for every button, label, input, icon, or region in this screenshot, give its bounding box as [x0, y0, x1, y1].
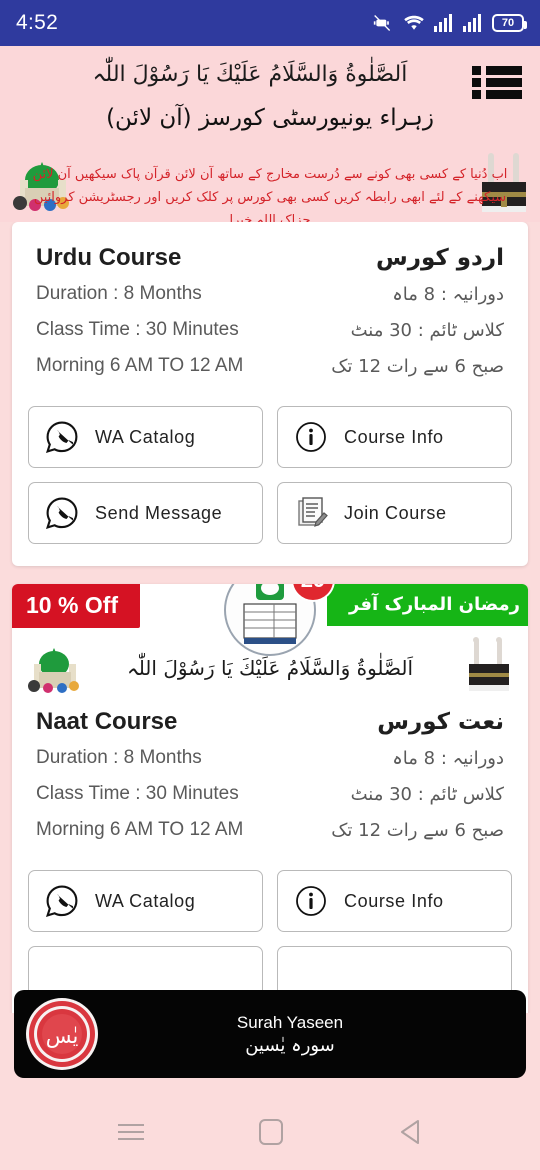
- status-icons: 70: [372, 13, 527, 33]
- detail-ur: دورانیہ : 8 ماہ: [392, 283, 504, 305]
- wa-catalog-button[interactable]: WA Catalog: [28, 406, 263, 468]
- battery-icon: 70: [492, 14, 527, 32]
- detail-ur: کلاس ٹائم : 30 منٹ: [350, 783, 504, 805]
- button-label: Join Course: [344, 502, 447, 523]
- banner-text: Surah Yaseen سورہ یٰسین: [100, 1013, 480, 1056]
- status-time: 4:52: [16, 11, 59, 34]
- course-card-naat[interactable]: 10 % Off رمضان المبارک آفر 29: [12, 584, 528, 1013]
- join-course-button[interactable]: Join Course: [277, 482, 512, 544]
- promo-strip: 10 % Off رمضان المبارک آفر 29: [12, 584, 528, 656]
- button-label: Course Info: [344, 426, 444, 447]
- detail-en: Class Time : 30 Minutes: [36, 783, 239, 804]
- course-actions: WA Catalog Course Info: [12, 384, 528, 566]
- wa-catalog-button[interactable]: WA Catalog: [28, 870, 263, 932]
- status-bar: 4:52 70: [0, 0, 540, 46]
- signal-icon: [434, 14, 454, 32]
- course-actions: WA Catalog Course Info: [12, 848, 528, 1013]
- detail-en: Class Time : 30 Minutes: [36, 319, 239, 340]
- header-note-line1: اب دُنیا کے کسی بھی کونے سے دُرست مخارج …: [32, 167, 508, 182]
- android-nav-bar: [0, 1094, 540, 1170]
- info-icon: [294, 884, 328, 918]
- info-icon: [294, 420, 328, 454]
- list-menu-icon[interactable]: [468, 60, 526, 104]
- button-label: WA Catalog: [95, 426, 196, 447]
- banner-title-en: Surah Yaseen: [236, 1012, 344, 1032]
- course-title-row: Urdu Course اردو کورس: [12, 222, 528, 276]
- course-title-en: Naat Course: [36, 708, 178, 735]
- page-title: زہراء یونیورسٹی کورسز (آن لائن): [106, 105, 434, 131]
- quran-seal-logo: يٰس: [24, 996, 100, 1072]
- detail-ur: کلاس ٹائم : 30 منٹ: [350, 319, 504, 341]
- whatsapp-icon: [45, 884, 79, 918]
- button-label: Course Info: [344, 890, 444, 911]
- course-title-row: Naat Course نعت کورس: [12, 686, 528, 740]
- course-list[interactable]: Urdu Course اردو کورس Duration : 8 Month…: [0, 222, 540, 1013]
- send-message-button[interactable]: Send Message: [28, 482, 263, 544]
- wifi-icon: [403, 14, 425, 32]
- course-info-button[interactable]: Course Info: [277, 870, 512, 932]
- course-card-urdu[interactable]: Urdu Course اردو کورس Duration : 8 Month…: [12, 222, 528, 566]
- button-label: Send Message: [95, 502, 223, 523]
- course-detail-timing: Morning 6 AM TO 12 AM صبح 6 سے رات 12 تک: [12, 812, 528, 848]
- detail-ur: دورانیہ : 8 ماہ: [392, 747, 504, 769]
- course-info-button[interactable]: Course Info: [277, 406, 512, 468]
- surah-yaseen-banner[interactable]: يٰس Surah Yaseen سورہ یٰسین: [14, 990, 526, 1078]
- banner-title-ur: سورہ یٰسین: [245, 1034, 335, 1056]
- battery-level: 70: [501, 17, 515, 29]
- detail-en: Duration : 8 Months: [36, 283, 202, 304]
- home-icon[interactable]: [258, 1119, 283, 1145]
- detail-en: Morning 6 AM TO 12 AM: [36, 819, 244, 840]
- offer-badge: رمضان المبارک آفر: [327, 584, 528, 626]
- course-detail-class-time: Class Time : 30 Minutes کلاس ٹائم : 30 م…: [12, 776, 528, 812]
- course-title-ur: نعت کورس: [377, 709, 504, 735]
- detail-ur: صبح 6 سے رات 12 تک: [331, 819, 504, 841]
- course-title-ur: اردو کورس: [375, 245, 504, 271]
- discount-badge: 10 % Off: [12, 584, 141, 628]
- app-header: اَلصَّلٰوةُ وَالسَّلَامُ عَلَيْكَ يَا رَ…: [0, 46, 540, 222]
- card-calligraphy: اَلصَّلٰوةُ وَالسَّلَامُ عَلَيْكَ يَا رَ…: [12, 637, 528, 693]
- form-edit-icon: [294, 496, 328, 530]
- card-calligraphy-text: اَلصَّلٰوةُ وَالسَّلَامُ عَلَيْكَ يَا رَ…: [126, 656, 414, 680]
- course-detail-class-time: Class Time : 30 Minutes کلاس ٹائم : 30 م…: [12, 312, 528, 348]
- course-title-en: Urdu Course: [36, 244, 182, 271]
- button-label: WA Catalog: [95, 890, 196, 911]
- signal-icon: [463, 14, 483, 32]
- mosque-image: [22, 642, 88, 694]
- back-icon[interactable]: [398, 1119, 422, 1145]
- svg-text:يٰس: يٰس: [46, 1024, 79, 1048]
- header-note: اب دُنیا کے کسی بھی کونے سے دُرست مخارج …: [0, 164, 540, 222]
- recents-icon[interactable]: [117, 1122, 144, 1142]
- detail-ur: صبح 6 سے رات 12 تک: [331, 355, 504, 377]
- whatsapp-icon: [45, 496, 79, 530]
- header-note-line2: سیکھنے کے لئے ابھی رابطہ کریں کسی بھی کو…: [33, 189, 507, 222]
- vibrate-icon: [372, 13, 394, 33]
- kaaba-image: [464, 636, 514, 696]
- course-detail-duration: Duration : 8 Months دورانیہ : 8 ماہ: [12, 740, 528, 776]
- header-calligraphy: اَلصَّلٰوةُ وَالسَّلَامُ عَلَيْكَ يَا رَ…: [92, 62, 408, 87]
- course-detail-duration: Duration : 8 Months دورانیہ : 8 ماہ: [12, 276, 528, 312]
- detail-en: Duration : 8 Months: [36, 747, 202, 768]
- whatsapp-icon: [45, 420, 79, 454]
- detail-en: Morning 6 AM TO 12 AM: [36, 355, 244, 376]
- course-detail-timing: Morning 6 AM TO 12 AM صبح 6 سے رات 12 تک: [12, 348, 528, 384]
